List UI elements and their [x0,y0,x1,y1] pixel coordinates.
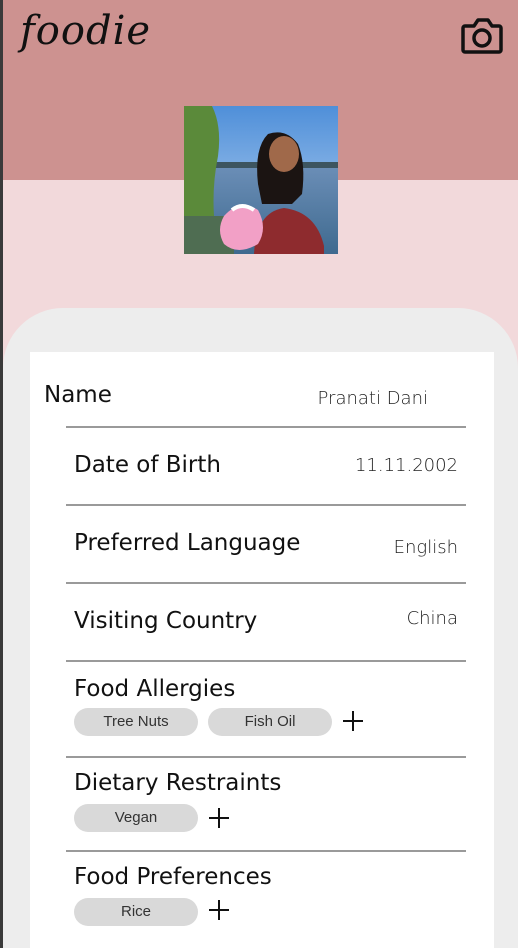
dob-label: Date of Birth [74,452,221,478]
divider [66,582,466,584]
country-row[interactable]: Visiting Country China [66,606,466,646]
country-label: Visiting Country [74,608,258,634]
country-value: China [406,608,458,629]
dob-row[interactable]: Date of Birth 11.11.2002 [66,450,466,490]
food-allergies-label: Food Allergies [74,676,236,702]
language-value: English [393,537,458,558]
dietary-restraints-label: Dietary Restraints [74,770,282,796]
language-row[interactable]: Preferred Language English [66,528,466,568]
divider [66,504,466,506]
divider [66,426,466,428]
name-row[interactable]: Name Pranati Dani [36,380,436,420]
name-value: Pranati Dani [317,388,429,409]
app-logo: foodie [20,8,152,54]
divider [66,660,466,662]
food-allergies-header: Food Allergies [66,676,466,708]
profile-photo[interactable] [184,106,338,254]
allergy-tag[interactable]: Tree Nuts [74,708,198,736]
preference-tag[interactable]: Rice [74,898,198,926]
food-preferences-header: Food Preferences [66,864,466,896]
food-preferences-label: Food Preferences [74,864,272,890]
name-label: Name [44,382,112,408]
dietary-tag[interactable]: Vegan [74,804,198,832]
divider [66,756,466,758]
dietary-restraints-header: Dietary Restraints [66,770,466,802]
add-preference-plus-icon[interactable] [209,900,229,920]
add-allergy-plus-icon[interactable] [343,711,363,731]
profile-card [30,352,494,948]
dob-value: 11.11.2002 [354,455,458,476]
add-dietary-plus-icon[interactable] [209,808,229,828]
allergy-tag[interactable]: Fish Oil [208,708,332,736]
divider [66,850,466,852]
language-label: Preferred Language [74,530,301,556]
camera-icon[interactable] [461,16,503,56]
